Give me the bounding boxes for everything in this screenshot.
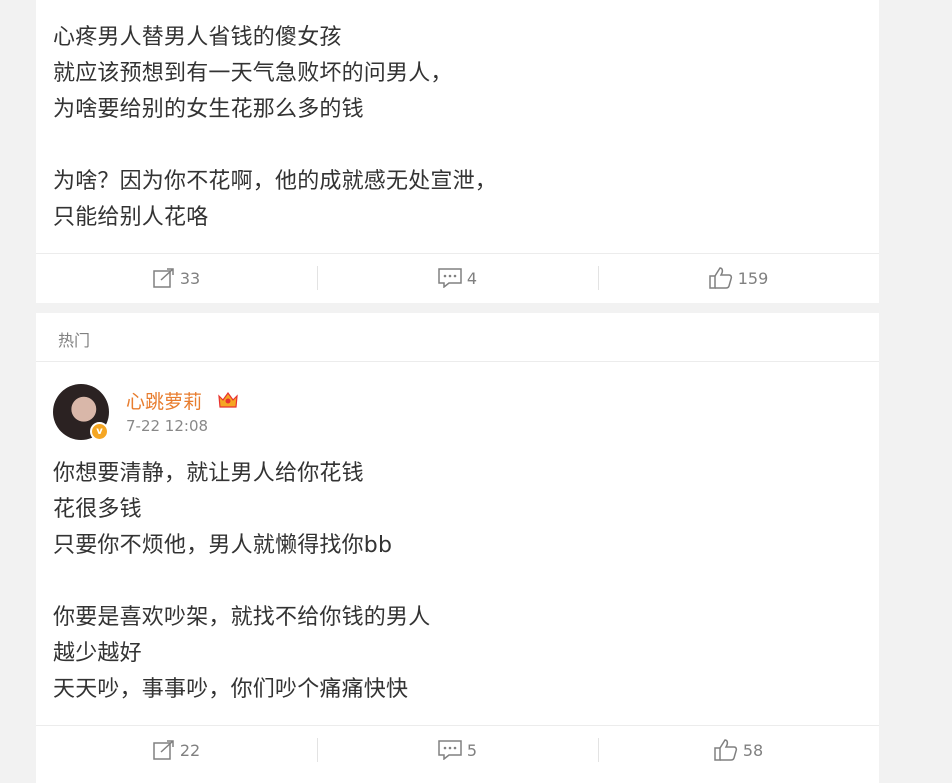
like-icon (714, 739, 737, 761)
comment-button[interactable]: 4 (317, 254, 598, 302)
crown-icon (218, 391, 238, 408)
comment-button[interactable]: 5 (317, 726, 598, 774)
post-line: 天天吵，事事吵，你们吵个痛痛快快 (53, 677, 409, 702)
divider (36, 361, 879, 362)
repost-count: 33 (179, 268, 201, 288)
post-card: 心疼男人替男人省钱的傻女孩 就应该预想到有一天气急败坏的问男人， 为啥要给别的女… (36, 0, 879, 303)
like-count: 159 (737, 268, 769, 288)
repost-icon (153, 740, 174, 760)
post-line: 越少越好 (53, 641, 142, 666)
action-bar: 22 5 58 (36, 725, 879, 774)
post-line: 你要是喜欢吵架，就找不给你钱的男人 (53, 605, 431, 630)
like-icon (708, 267, 732, 289)
post-card: 热门 v 心跳萝莉 7-22 12:08 你想要清静，就让男人给你花钱 花很多钱… (36, 313, 879, 783)
post-line (53, 564, 430, 600)
comment-icon (438, 740, 462, 760)
comment-icon (438, 268, 462, 288)
section-label: 热门 (58, 331, 91, 350)
repost-button[interactable]: 22 (36, 726, 317, 774)
action-bar: 33 4 159 (36, 253, 879, 302)
verified-badge-icon: v (90, 422, 109, 441)
repost-button[interactable]: 33 (36, 254, 317, 302)
timestamp: 7-22 12:08 (126, 417, 209, 435)
post-line: 就应该预想到有一天气急败坏的问男人， (53, 61, 453, 86)
post-line: 心疼男人替男人省钱的傻女孩 (53, 25, 342, 50)
username[interactable]: 心跳萝莉 (126, 387, 202, 414)
repost-count: 22 (179, 740, 201, 760)
post-line: 只能给别人花咯 (53, 205, 209, 230)
post-line: 为啥？因为你不花啊，他的成就感无处宣泄， (53, 169, 498, 194)
post-line: 为啥要给别的女生花那么多的钱 (53, 97, 364, 122)
repost-icon (153, 268, 174, 288)
like-button[interactable]: 58 (598, 726, 879, 774)
post-line (53, 128, 497, 164)
post-line: 只要你不烦他，男人就懒得找你bb (53, 533, 393, 558)
post-text: 你想要清静，就让男人给你花钱 花很多钱 只要你不烦他，男人就懒得找你bb 你要是… (53, 456, 430, 708)
like-button[interactable]: 159 (598, 254, 879, 302)
like-count: 58 (742, 740, 764, 760)
comment-count: 4 (466, 268, 478, 288)
comment-count: 5 (466, 740, 478, 760)
post-line: 你想要清静，就让男人给你花钱 (53, 461, 364, 486)
post-text: 心疼男人替男人省钱的傻女孩 就应该预想到有一天气急败坏的问男人， 为啥要给别的女… (53, 20, 497, 236)
post-line: 花很多钱 (53, 497, 142, 522)
